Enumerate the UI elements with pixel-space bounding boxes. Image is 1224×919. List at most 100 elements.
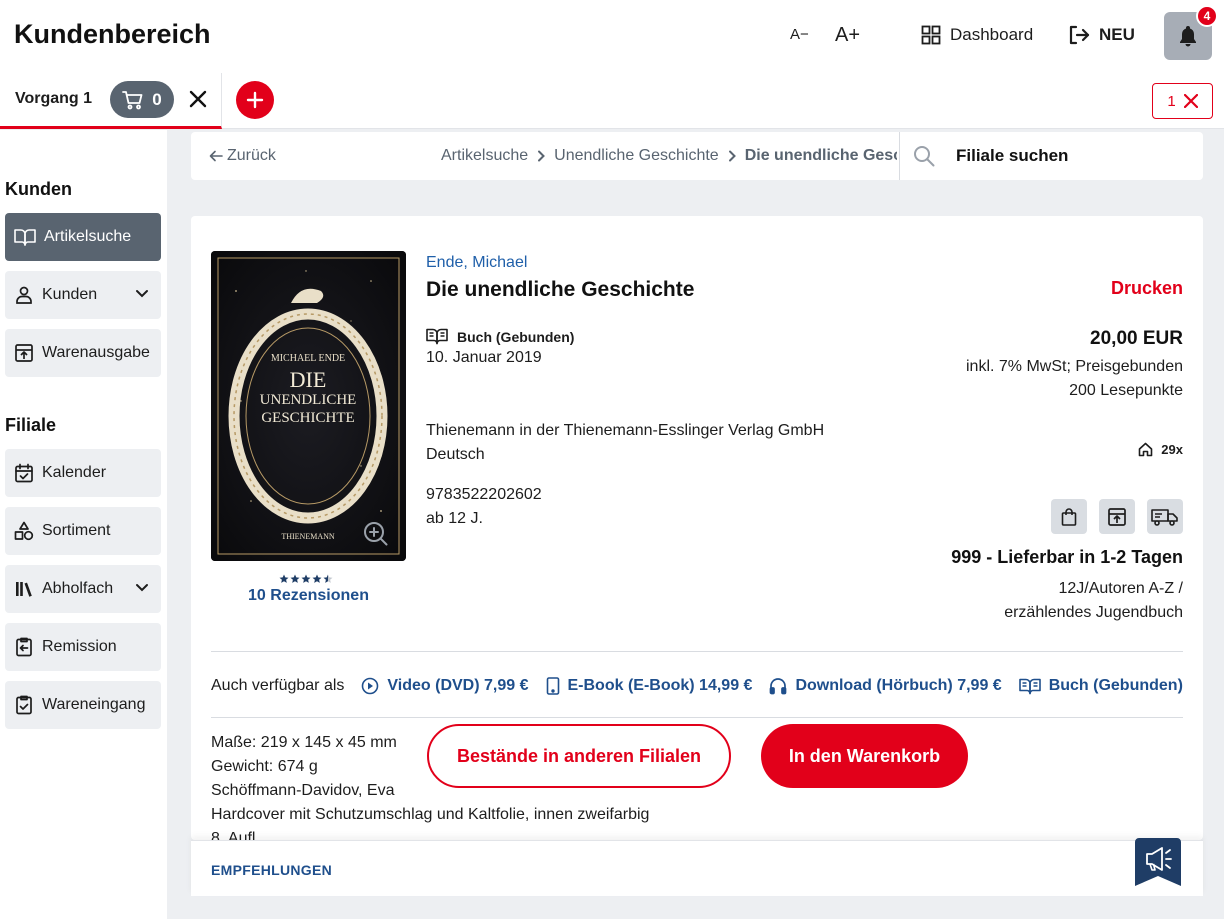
cart-button[interactable]: 0 xyxy=(110,81,174,118)
detail-edition: 8. Aufl. xyxy=(211,830,260,840)
add-process-button[interactable] xyxy=(236,81,274,119)
sidebar-section-kunden: Kunden xyxy=(5,179,72,199)
user-icon xyxy=(14,285,34,305)
age-recommendation: ab 12 J. xyxy=(426,510,483,527)
recommendations-bar[interactable]: EMPFEHLUNGEN xyxy=(191,840,1203,896)
app-title: Kundenbereich xyxy=(14,19,211,49)
product-title: Die unendliche Geschichte xyxy=(426,278,695,301)
star-icon xyxy=(312,574,322,583)
search-icon xyxy=(912,144,936,168)
alt-format-label: Video (DVD) 7,99 € xyxy=(387,677,529,694)
chevron-down-icon xyxy=(135,581,149,595)
sidebar-item-remission[interactable]: Remission xyxy=(5,623,161,671)
isbn: 9783522202602 xyxy=(426,486,542,503)
reading-points: 200 Lesepunkte xyxy=(1069,382,1183,399)
sidebar-item-label: Wareneingang xyxy=(42,696,146,713)
shopping-cart-icon xyxy=(122,90,144,110)
return-icon xyxy=(14,637,34,657)
sidebar-item-kunden[interactable]: Kunden xyxy=(5,271,161,319)
sidebar-item-artikelsuche[interactable]: Artikelsuche xyxy=(5,213,161,261)
new-label: NEU xyxy=(1099,25,1135,44)
cover-title-line2: UNENDLICHE xyxy=(260,392,357,408)
top-header: Kundenbereich A− A+ Dashboard NEU 4 xyxy=(0,0,1224,73)
megaphone-icon xyxy=(1135,838,1181,886)
close-tab-button[interactable] xyxy=(186,87,210,111)
cover-author-text: MICHAEL ENDE xyxy=(271,353,345,364)
branch-search-input[interactable]: Filiale suchen xyxy=(899,132,1203,180)
feedback-button[interactable] xyxy=(1135,838,1181,886)
add-to-cart-button[interactable]: In den Warenkorb xyxy=(761,724,968,788)
format-info: Buch (Gebunden) xyxy=(426,328,574,345)
tab-vorgang-1[interactable]: Vorgang 1 0 xyxy=(0,73,222,129)
sidebar: Kunden Artikelsuche Kunden Warenausgabe … xyxy=(0,130,167,919)
sidebar-item-label: Kalender xyxy=(42,464,107,481)
alt-format-book[interactable]: Buch (Gebunden) xyxy=(1018,677,1183,695)
divider xyxy=(211,717,1183,718)
book-open-icon xyxy=(14,228,36,246)
back-button[interactable]: Zurück xyxy=(209,147,276,165)
chevron-right-icon xyxy=(727,150,737,162)
star-icon xyxy=(301,574,311,583)
back-label: Zurück xyxy=(227,147,276,164)
sidebar-item-wareneingang[interactable]: Wareneingang xyxy=(5,681,161,729)
format-label: Buch (Gebunden) xyxy=(457,328,575,345)
sidebar-item-label: Warenausgabe xyxy=(42,344,150,361)
breadcrumb-item-unendliche-geschichte[interactable]: Unendliche Geschichte xyxy=(554,147,719,165)
shelf-icon xyxy=(14,579,34,599)
book-cover-image[interactable]: MICHAEL ENDE DIE UNENDLICHE GESCHICHTE T… xyxy=(211,251,406,561)
star-icon xyxy=(323,574,333,583)
sidebar-item-kalender[interactable]: Kalender xyxy=(5,449,161,497)
chevron-down-icon xyxy=(135,287,149,301)
font-increase-button[interactable]: A+ xyxy=(835,24,860,47)
alt-format-label: E-Book (E-Book) 14,99 € xyxy=(567,677,753,694)
alt-format-video[interactable]: Video (DVD) 7,99 € xyxy=(361,677,529,695)
sidebar-item-sortiment[interactable]: Sortiment xyxy=(5,507,161,555)
box-up-icon xyxy=(14,343,34,363)
sidebar-section-filiale: Filiale xyxy=(5,415,57,435)
sidebar-item-label: Sortiment xyxy=(42,522,111,539)
stock-info: 29x xyxy=(1138,442,1183,457)
detail-binding: Hardcover mit Schutzumschlag und Kaltfol… xyxy=(211,806,650,823)
breadcrumb-item-artikelsuche[interactable]: Artikelsuche xyxy=(441,147,528,165)
alt-format-audiobook[interactable]: Download (Hörbuch) 7,99 € xyxy=(769,677,1002,695)
sidebar-item-abholfach[interactable]: Abholfach xyxy=(5,565,161,613)
filter-count: 1 xyxy=(1167,92,1176,110)
font-decrease-button[interactable]: A− xyxy=(790,26,809,43)
reviews-link[interactable]: 10 Rezensionen xyxy=(211,587,406,605)
logout-arrow-icon xyxy=(1068,25,1090,45)
vorgang-label: Vorgang 1 xyxy=(15,90,93,107)
alternative-formats: Auch verfügbar als Video (DVD) 7,99 € E-… xyxy=(211,675,1183,697)
order-type-buttons xyxy=(1051,499,1183,534)
delivery-button[interactable] xyxy=(1147,499,1183,534)
cover-publisher-text: THIENEMANN xyxy=(281,532,335,541)
box-up-icon xyxy=(1107,507,1127,527)
sidebar-item-label: Abholfach xyxy=(42,580,114,597)
branch-search-placeholder: Filiale suchen xyxy=(956,146,1069,165)
publisher: Thienemann in der Thienemann-Esslinger V… xyxy=(426,422,825,439)
dashboard-label: Dashboard xyxy=(950,25,1034,44)
print-button[interactable]: Drucken xyxy=(1111,278,1183,299)
cover-title-line3: GESCHICHTE xyxy=(261,410,354,426)
alt-format-ebook[interactable]: E-Book (E-Book) 14,99 € xyxy=(546,677,753,695)
clipboard-check-icon xyxy=(14,695,34,715)
stock-count: 29x xyxy=(1161,442,1183,457)
home-icon xyxy=(1138,442,1153,457)
take-away-button[interactable] xyxy=(1099,499,1135,534)
chevron-right-icon xyxy=(536,150,546,162)
alt-format-label: Download (Hörbuch) 7,99 € xyxy=(795,677,1002,694)
book-open-icon xyxy=(1018,678,1041,695)
category-line-1: 12J/Autoren A-Z / xyxy=(1058,580,1183,597)
pickup-bag-button[interactable] xyxy=(1051,499,1087,534)
sidebar-item-warenausgabe[interactable]: Warenausgabe xyxy=(5,329,161,377)
product-detail-card: MICHAEL ENDE DIE UNENDLICHE GESCHICHTE T… xyxy=(191,216,1203,840)
new-button[interactable]: NEU xyxy=(1068,25,1135,45)
author-link[interactable]: Ende, Michael xyxy=(426,254,527,272)
rating-stars xyxy=(279,574,333,584)
dashboard-button[interactable]: Dashboard xyxy=(921,25,1033,45)
clear-filter-button[interactable]: 1 xyxy=(1152,83,1213,119)
price: 20,00 EUR xyxy=(1090,328,1183,349)
language: Deutsch xyxy=(426,446,485,463)
tax-note: inkl. 7% MwSt; Preisgebunden xyxy=(966,358,1183,375)
stock-other-branches-button[interactable]: Bestände in anderen Filialen xyxy=(427,724,731,788)
close-icon xyxy=(1183,94,1198,108)
